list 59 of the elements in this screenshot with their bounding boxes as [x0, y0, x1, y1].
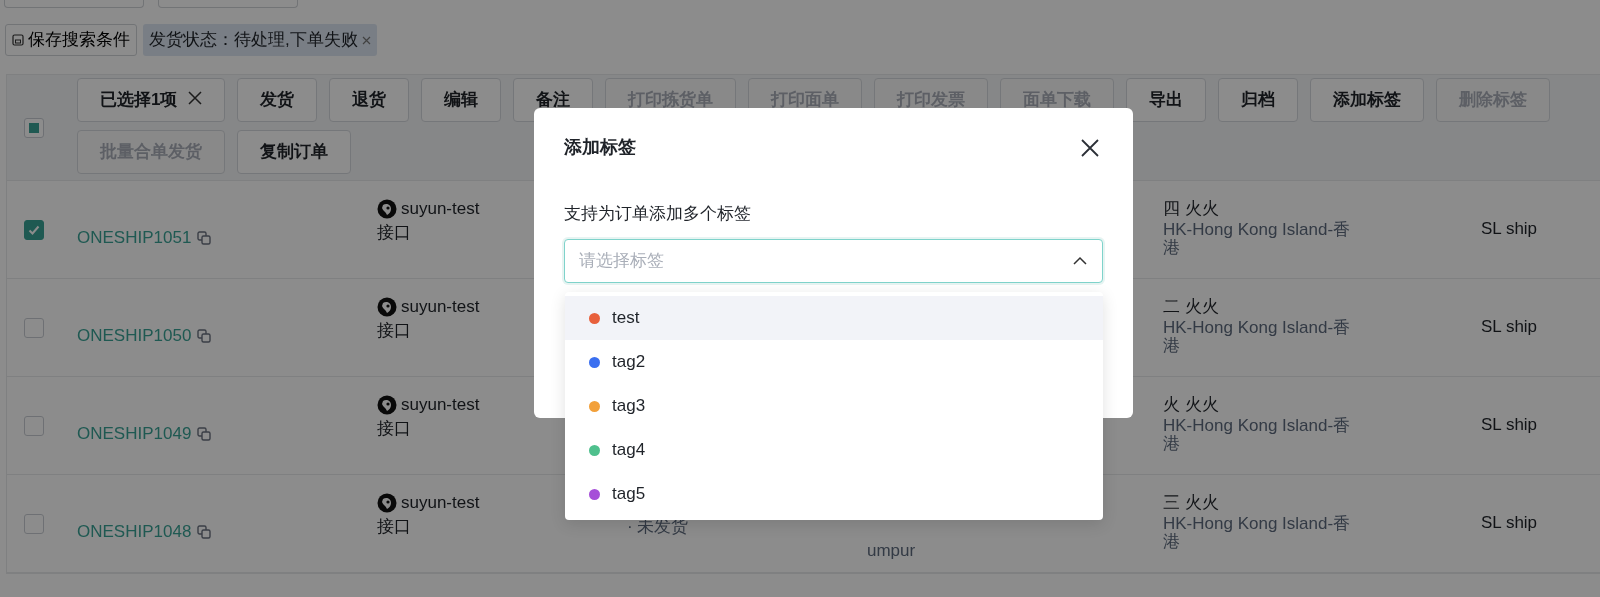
- select-all-checkbox[interactable]: [24, 117, 44, 138]
- caret-up-icon: [1073, 255, 1087, 265]
- shipping-text: SL ship: [1481, 512, 1539, 534]
- copy-icon[interactable]: [197, 328, 212, 343]
- tag-option[interactable]: tag5: [565, 472, 1103, 516]
- copy-icon[interactable]: [197, 230, 212, 245]
- remove-icon[interactable]: [361, 35, 371, 45]
- store-name: suyun-test: [401, 492, 480, 514]
- row-checkbox[interactable]: [24, 219, 44, 240]
- store-name: suyun-test: [401, 296, 480, 318]
- channel-label: 接口: [377, 320, 412, 342]
- filter-tag: 发货状态：待处理,下单失败: [143, 24, 377, 56]
- recipient-name: 二 火火: [1163, 296, 1220, 318]
- tag-option[interactable]: tag2: [565, 340, 1103, 384]
- channel-label: 接口: [377, 418, 412, 440]
- action-button[interactable]: 退货: [329, 78, 410, 122]
- tag-option[interactable]: test: [565, 296, 1103, 340]
- channel-label: 接口: [377, 222, 412, 244]
- region-text: HK-Hong Kong Island-香港: [1163, 221, 1351, 257]
- row-checkbox[interactable]: [24, 513, 44, 534]
- circle-logo-icon: [377, 493, 397, 513]
- partial-button[interactable]: [158, 0, 298, 8]
- shipping-text: SL ship: [1481, 414, 1539, 436]
- shipping-text: SL ship: [1481, 316, 1539, 338]
- save-search-button[interactable]: 保存搜索条件: [5, 24, 137, 56]
- indeterminate-icon: [29, 122, 39, 133]
- tag-option[interactable]: tag4: [565, 428, 1103, 472]
- store-name: suyun-test: [401, 198, 480, 220]
- tag-select[interactable]: 请选择标签: [564, 238, 1103, 283]
- field-label: 支持为订单添加多个标签: [564, 203, 752, 225]
- circle-logo-icon: [377, 297, 397, 317]
- store-name: suyun-test: [401, 394, 480, 416]
- row-checkbox[interactable]: [24, 317, 44, 338]
- clear-selection-button[interactable]: 已选择1项: [77, 78, 226, 122]
- shipping-text: SL ship: [1481, 218, 1539, 240]
- address-text: umpur: [867, 540, 917, 562]
- recipient-name: 四 火火: [1163, 198, 1220, 220]
- partial-button[interactable]: [4, 0, 144, 8]
- circle-logo-icon: [377, 395, 397, 415]
- row-checkbox[interactable]: [24, 415, 44, 436]
- region-text: HK-Hong Kong Island-香港: [1163, 515, 1351, 551]
- close-icon: [188, 91, 203, 106]
- recipient-name: 火 火火: [1163, 394, 1220, 416]
- region-text: HK-Hong Kong Island-香港: [1163, 319, 1351, 355]
- channel-label: 接口: [377, 516, 412, 538]
- tag-option[interactable]: tag3: [565, 384, 1103, 428]
- action-button[interactable]: 添加标签: [1310, 78, 1425, 122]
- copy-icon[interactable]: [197, 426, 212, 441]
- action-button[interactable]: 归档: [1218, 78, 1299, 122]
- action-button[interactable]: 导出: [1126, 78, 1207, 122]
- circle-logo-icon: [377, 199, 397, 219]
- modal-title: 添加标签: [564, 136, 636, 159]
- copy-icon[interactable]: [197, 524, 212, 539]
- recipient-name: 三 火火: [1163, 492, 1220, 514]
- action-button[interactable]: 复制订单: [237, 130, 351, 174]
- region-text: HK-Hong Kong Island-香港: [1163, 417, 1351, 453]
- save-icon: [12, 34, 24, 46]
- action-button[interactable]: 编辑: [421, 78, 502, 122]
- action-button[interactable]: 发货: [237, 78, 318, 122]
